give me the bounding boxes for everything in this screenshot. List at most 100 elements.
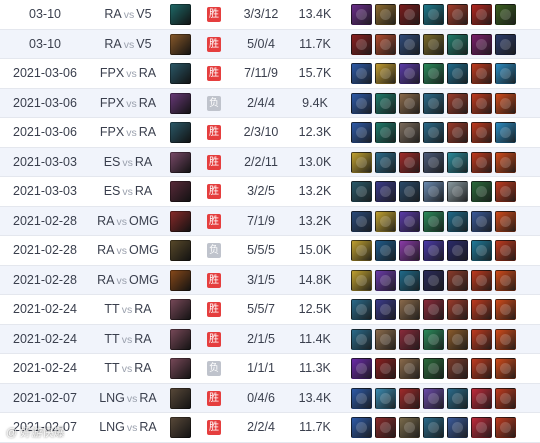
- item-icon[interactable]: [447, 92, 468, 114]
- item-icon[interactable]: [423, 240, 444, 261]
- item-icon[interactable]: [471, 210, 492, 232]
- item-icon[interactable]: [399, 63, 420, 84]
- item-icon[interactable]: [423, 299, 444, 320]
- item-icon[interactable]: [447, 269, 468, 291]
- item-icon[interactable]: [423, 63, 444, 84]
- match-row[interactable]: 2021-03-06 FPX vs RA 胜 7/11/9 15.7K: [0, 59, 540, 89]
- item-icon[interactable]: [447, 151, 468, 173]
- item-icon[interactable]: [375, 417, 396, 438]
- item-icon[interactable]: [423, 387, 444, 409]
- item-icon[interactable]: [351, 63, 372, 84]
- item-icon[interactable]: [375, 358, 396, 379]
- item-icon[interactable]: [471, 387, 492, 409]
- item-icon[interactable]: [447, 181, 468, 202]
- item-icon[interactable]: [375, 92, 396, 114]
- item-icon[interactable]: [375, 63, 396, 84]
- match-row[interactable]: 2021-02-28 RA vs OMG 负 5/5/5 15.0K: [0, 236, 540, 266]
- item-icon[interactable]: [471, 328, 492, 350]
- item-icon[interactable]: [495, 417, 516, 438]
- item-icon[interactable]: [471, 240, 492, 261]
- item-icon[interactable]: [423, 151, 444, 173]
- item-icon[interactable]: [351, 358, 372, 379]
- item-icon[interactable]: [399, 122, 420, 143]
- item-icon[interactable]: [423, 4, 444, 25]
- item-icon[interactable]: [399, 299, 420, 320]
- item-icon[interactable]: [399, 33, 420, 55]
- item-icon[interactable]: [447, 299, 468, 320]
- match-row[interactable]: 2021-02-24 TT vs RA 胜 5/5/7 12.5K: [0, 295, 540, 325]
- item-icon[interactable]: [399, 4, 420, 25]
- match-row[interactable]: 03-10 RA vs V5 胜 5/0/4 11.7K: [0, 29, 540, 59]
- item-icon[interactable]: [375, 299, 396, 320]
- item-icon[interactable]: [447, 358, 468, 379]
- item-icon[interactable]: [423, 210, 444, 232]
- item-icon[interactable]: [447, 63, 468, 84]
- item-icon[interactable]: [447, 328, 468, 350]
- item-icon[interactable]: [495, 4, 516, 25]
- item-icon[interactable]: [495, 299, 516, 320]
- item-icon[interactable]: [471, 92, 492, 114]
- item-icon[interactable]: [351, 151, 372, 173]
- item-icon[interactable]: [471, 269, 492, 291]
- item-icon[interactable]: [351, 387, 372, 409]
- item-icon[interactable]: [423, 33, 444, 55]
- item-icon[interactable]: [495, 63, 516, 84]
- item-icon[interactable]: [495, 210, 516, 232]
- item-icon[interactable]: [495, 151, 516, 173]
- item-icon[interactable]: [351, 122, 372, 143]
- item-icon[interactable]: [375, 240, 396, 261]
- item-icon[interactable]: [351, 299, 372, 320]
- item-icon[interactable]: [423, 122, 444, 143]
- item-icon[interactable]: [399, 240, 420, 261]
- item-icon[interactable]: [423, 328, 444, 350]
- item-icon[interactable]: [375, 269, 396, 291]
- item-icon[interactable]: [351, 33, 372, 55]
- item-icon[interactable]: [375, 210, 396, 232]
- match-row[interactable]: 2021-02-07 LNG vs RA 胜 2/2/4 11.7K: [0, 413, 540, 443]
- item-icon[interactable]: [375, 328, 396, 350]
- item-icon[interactable]: [423, 358, 444, 379]
- match-row[interactable]: 2021-03-06 FPX vs RA 负 2/4/4 9.4K: [0, 88, 540, 118]
- item-icon[interactable]: [495, 92, 516, 114]
- item-icon[interactable]: [495, 181, 516, 202]
- item-icon[interactable]: [447, 387, 468, 409]
- item-icon[interactable]: [447, 33, 468, 55]
- item-icon[interactable]: [351, 92, 372, 114]
- item-icon[interactable]: [351, 328, 372, 350]
- item-icon[interactable]: [495, 33, 516, 55]
- item-icon[interactable]: [447, 417, 468, 438]
- item-icon[interactable]: [351, 269, 372, 291]
- item-icon[interactable]: [471, 4, 492, 25]
- item-icon[interactable]: [495, 358, 516, 379]
- item-icon[interactable]: [495, 328, 516, 350]
- item-icon[interactable]: [375, 122, 396, 143]
- item-icon[interactable]: [423, 269, 444, 291]
- item-icon[interactable]: [447, 122, 468, 143]
- item-icon[interactable]: [471, 417, 492, 438]
- item-icon[interactable]: [471, 151, 492, 173]
- item-icon[interactable]: [447, 240, 468, 261]
- match-row[interactable]: 2021-02-07 LNG vs RA 胜 0/4/6 13.4K: [0, 383, 540, 413]
- item-icon[interactable]: [423, 181, 444, 202]
- item-icon[interactable]: [471, 122, 492, 143]
- match-row[interactable]: 2021-02-24 TT vs RA 负 1/1/1 11.3K: [0, 354, 540, 384]
- item-icon[interactable]: [399, 269, 420, 291]
- item-icon[interactable]: [399, 387, 420, 409]
- item-icon[interactable]: [399, 417, 420, 438]
- match-row[interactable]: 03-10 RA vs V5 胜 3/3/12 13.4K: [0, 0, 540, 30]
- item-icon[interactable]: [375, 181, 396, 202]
- item-icon[interactable]: [495, 269, 516, 291]
- match-row[interactable]: 2021-03-03 ES vs RA 胜 3/2/5 13.2K: [0, 177, 540, 207]
- item-icon[interactable]: [351, 240, 372, 261]
- item-icon[interactable]: [399, 92, 420, 114]
- item-icon[interactable]: [471, 33, 492, 55]
- item-icon[interactable]: [399, 181, 420, 202]
- item-icon[interactable]: [375, 151, 396, 173]
- item-icon[interactable]: [471, 299, 492, 320]
- match-row[interactable]: 2021-02-28 RA vs OMG 胜 3/1/5 14.8K: [0, 265, 540, 295]
- item-icon[interactable]: [471, 63, 492, 84]
- item-icon[interactable]: [375, 387, 396, 409]
- item-icon[interactable]: [351, 210, 372, 232]
- match-row[interactable]: 2021-03-03 ES vs RA 胜 2/2/11 13.0K: [0, 147, 540, 177]
- item-icon[interactable]: [495, 240, 516, 261]
